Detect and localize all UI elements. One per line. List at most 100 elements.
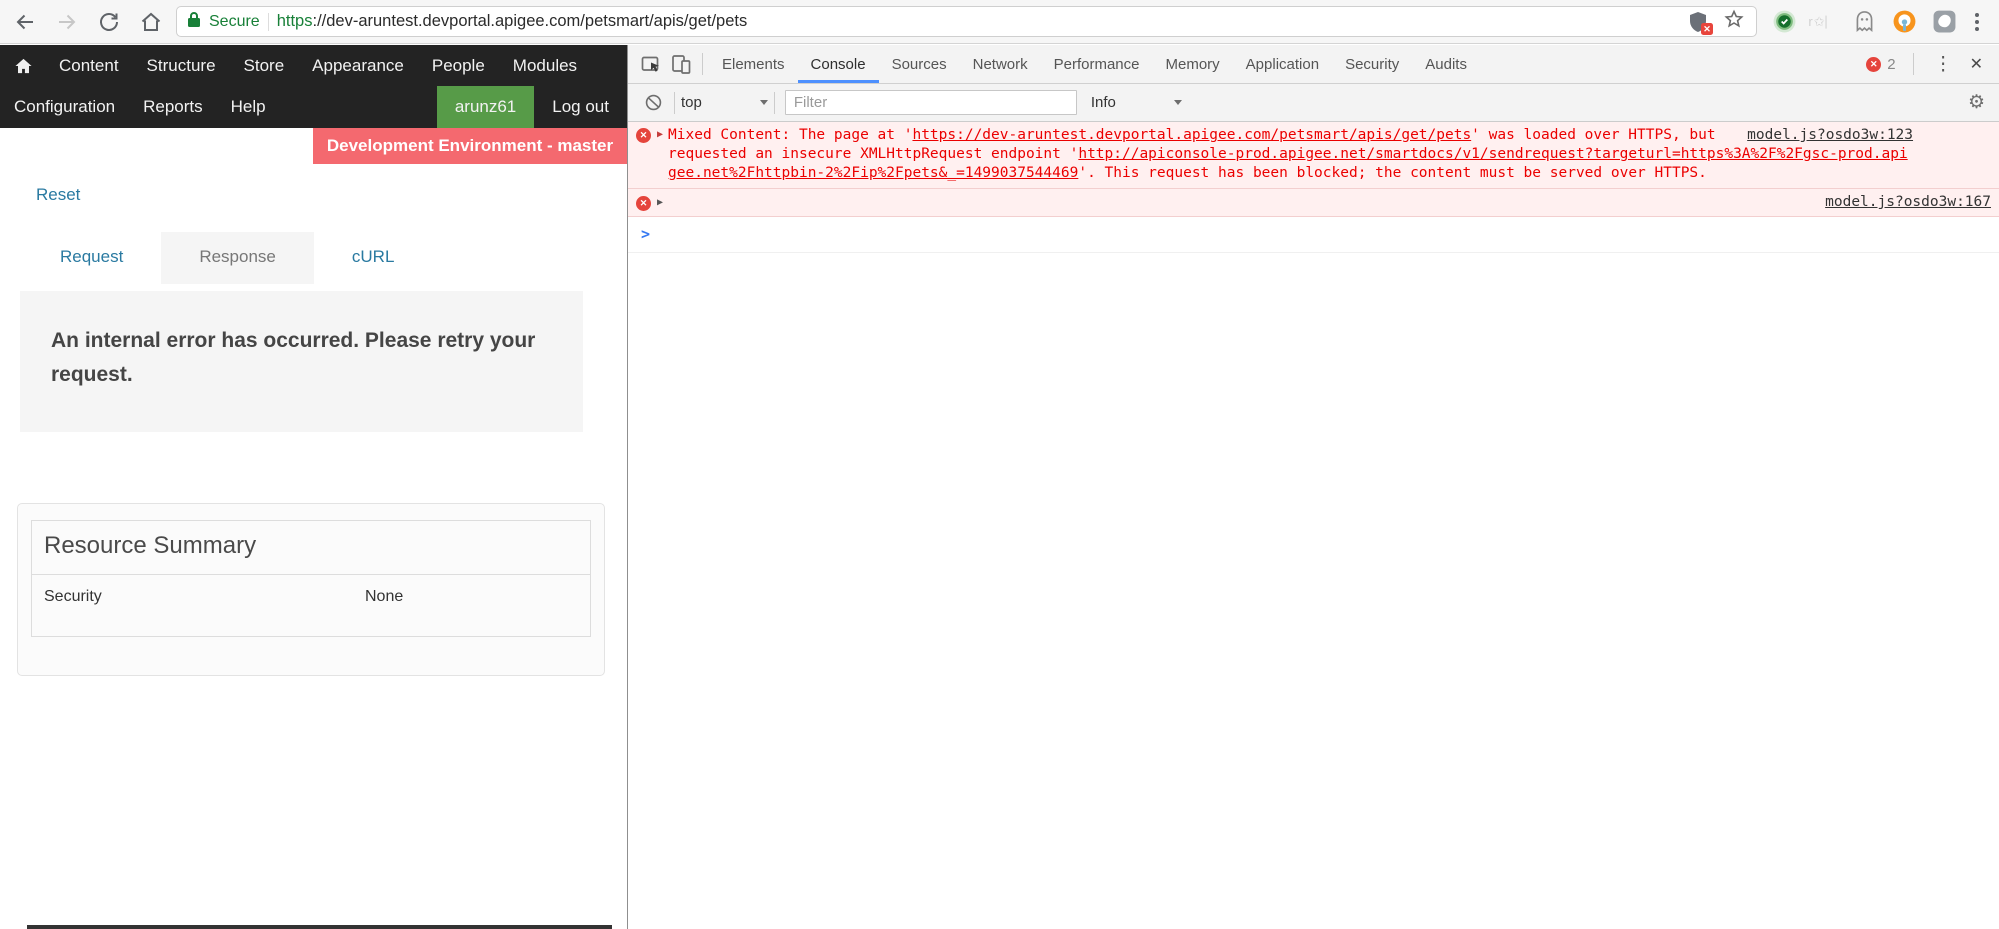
devtools-panel: Elements Console Sources Network Perform… <box>627 45 1999 929</box>
execution-context-value: top <box>681 94 702 111</box>
error-circle-icon: ✕ <box>636 196 651 211</box>
execution-context-select[interactable]: top <box>681 94 768 111</box>
console-prompt[interactable]: > <box>628 217 1999 253</box>
mixed-content-error-message: model.js?osdo3w:123 Mixed Content: The pa… <box>668 126 1913 183</box>
settings-gear-icon[interactable]: ⚙ <box>1968 91 1989 114</box>
admin-home-icon[interactable] <box>0 45 45 86</box>
resource-summary-panel: Resource Summary Security None <box>17 503 605 676</box>
admin-toolbar-row2: Configuration Reports Help arunz61 Log o… <box>0 86 627 128</box>
extension-icons: r✩⎸ <box>1771 9 1957 35</box>
orange-vpn-extension-icon[interactable] <box>1891 9 1917 35</box>
admin-item-reports[interactable]: Reports <box>129 86 217 128</box>
response-error-box: An internal error has occurred. Please r… <box>20 291 583 432</box>
error-circle-icon: ✕ <box>1866 57 1881 72</box>
admin-item-appearance[interactable]: Appearance <box>298 45 418 86</box>
toolbar-divider <box>1913 53 1914 75</box>
url-separator <box>268 13 269 31</box>
browser-window: Secure https://dev-aruntest.devportal.ap… <box>0 0 1999 929</box>
devtools-tabbar-right: ✕ 2 ⋮ ✕ <box>1866 45 1999 83</box>
blocked-content-shield-icon[interactable]: ✕ <box>1688 10 1710 34</box>
request-response-tabs: Request Response cURL <box>22 232 627 284</box>
omnibox-right-icons: ✕ <box>1688 7 1746 36</box>
admin-item-configuration[interactable]: Configuration <box>0 86 129 128</box>
bookmark-star-icon[interactable] <box>1722 7 1746 36</box>
expand-triangle-icon[interactable]: ▶ <box>657 197 663 208</box>
resource-summary-table: Resource Summary Security None <box>31 520 591 637</box>
devtools-tab-performance[interactable]: Performance <box>1041 45 1153 83</box>
admin-item-help[interactable]: Help <box>217 86 280 128</box>
admin-item-structure[interactable]: Structure <box>133 45 230 86</box>
prompt-chevron-icon: > <box>641 225 650 243</box>
url-scheme: https <box>277 12 313 30</box>
log-level-select[interactable]: Info <box>1091 94 1182 111</box>
console-toolbar: top Info ⚙ <box>628 84 1999 122</box>
reload-icon[interactable] <box>96 9 122 35</box>
address-bar[interactable]: Secure https://dev-aruntest.devportal.ap… <box>176 6 1757 37</box>
green-check-extension-icon[interactable] <box>1771 9 1797 35</box>
error-circle-icon: ✕ <box>636 128 651 143</box>
url-text[interactable]: https://dev-aruntest.devportal.apigee.co… <box>277 12 748 31</box>
devtools-tab-audits[interactable]: Audits <box>1412 45 1480 83</box>
admin-toolbar: Content Structure Store Appearance Peopl… <box>0 45 627 128</box>
tab-request[interactable]: Request <box>22 232 161 284</box>
admin-item-store[interactable]: Store <box>230 45 299 86</box>
security-value: None <box>365 588 403 606</box>
toolbar-divider <box>702 53 703 75</box>
admin-item-people[interactable]: People <box>418 45 499 86</box>
log-level-value: Info <box>1091 94 1116 111</box>
logout-button[interactable]: Log out <box>534 86 627 128</box>
device-toolbar-icon[interactable] <box>666 45 696 83</box>
home-icon[interactable] <box>138 9 164 35</box>
reset-link[interactable]: Reset <box>36 185 80 205</box>
devtools-tab-memory[interactable]: Memory <box>1153 45 1233 83</box>
security-label: Security <box>44 588 365 606</box>
console-filter-input[interactable] <box>785 90 1077 115</box>
resource-summary-title: Resource Summary <box>32 521 590 575</box>
ghost-extension-icon[interactable] <box>1851 9 1877 35</box>
devtools-tab-sources[interactable]: Sources <box>879 45 960 83</box>
inspect-element-icon[interactable] <box>636 45 666 83</box>
nav-buttons <box>12 9 164 35</box>
chrome-menu-icon[interactable] <box>1967 9 1987 35</box>
username-button[interactable]: arunz61 <box>437 86 534 128</box>
console-error-row-1: ✕ ▶ model.js?osdo3w:123 Mixed Content: Th… <box>628 122 1999 189</box>
forward-icon[interactable] <box>54 9 80 35</box>
portal-page: Content Structure Store Appearance Peopl… <box>0 45 627 929</box>
response-error-message: An internal error has occurred. Please r… <box>51 329 535 386</box>
back-icon[interactable] <box>12 9 38 35</box>
clipped-bottom-element <box>27 925 612 929</box>
source-link[interactable]: model.js?osdo3w:123 <box>1747 126 1913 145</box>
toolbar-divider <box>774 92 775 114</box>
error-count-badge[interactable]: ✕ 2 <box>1866 56 1895 73</box>
lock-icon <box>187 11 201 33</box>
url-rest: ://dev-aruntest.devportal.apigee.com/pet… <box>312 12 747 30</box>
gray-square-extension-icon[interactable] <box>1931 9 1957 35</box>
devtools-close-icon[interactable]: ✕ <box>1967 54 1986 74</box>
devtools-tab-security[interactable]: Security <box>1332 45 1412 83</box>
devtools-tab-application[interactable]: Application <box>1233 45 1332 83</box>
devtools-tab-console[interactable]: Console <box>798 45 879 83</box>
tab-response[interactable]: Response <box>161 232 314 284</box>
source-link[interactable]: model.js?osdo3w:167 <box>1825 194 1991 210</box>
environment-banner: Development Environment - master <box>313 128 627 164</box>
page-url-link[interactable]: https://dev-aruntest.devportal.apigee.co… <box>912 127 1471 143</box>
secure-label: Secure <box>209 13 260 31</box>
devtools-tab-network[interactable]: Network <box>960 45 1041 83</box>
admin-item-modules[interactable]: Modules <box>499 45 591 86</box>
toolbar-divider <box>674 92 675 114</box>
devtools-menu-icon[interactable]: ⋮ <box>1931 53 1956 76</box>
clear-console-icon[interactable] <box>638 93 668 112</box>
table-row: Security None <box>32 575 590 636</box>
admin-toolbar-row1: Content Structure Store Appearance Peopl… <box>0 45 627 86</box>
error-text: '. This request has been blocked; the co… <box>1078 165 1707 181</box>
chevron-down-icon <box>1174 100 1182 105</box>
environment-banner-label: Development Environment - master <box>327 136 613 156</box>
tab-curl[interactable]: cURL <box>314 232 433 284</box>
devtools-tab-elements[interactable]: Elements <box>709 45 798 83</box>
disabled-extension-icon[interactable]: r✩⎸ <box>1811 9 1837 35</box>
error-text: Mixed Content: The page at ' <box>668 127 912 143</box>
admin-item-content[interactable]: Content <box>45 45 133 86</box>
console-error-row-2: ✕ ▶ model.js?osdo3w:167 <box>628 189 1999 217</box>
expand-triangle-icon[interactable]: ▶ <box>657 129 663 140</box>
error-count: 2 <box>1887 56 1895 73</box>
